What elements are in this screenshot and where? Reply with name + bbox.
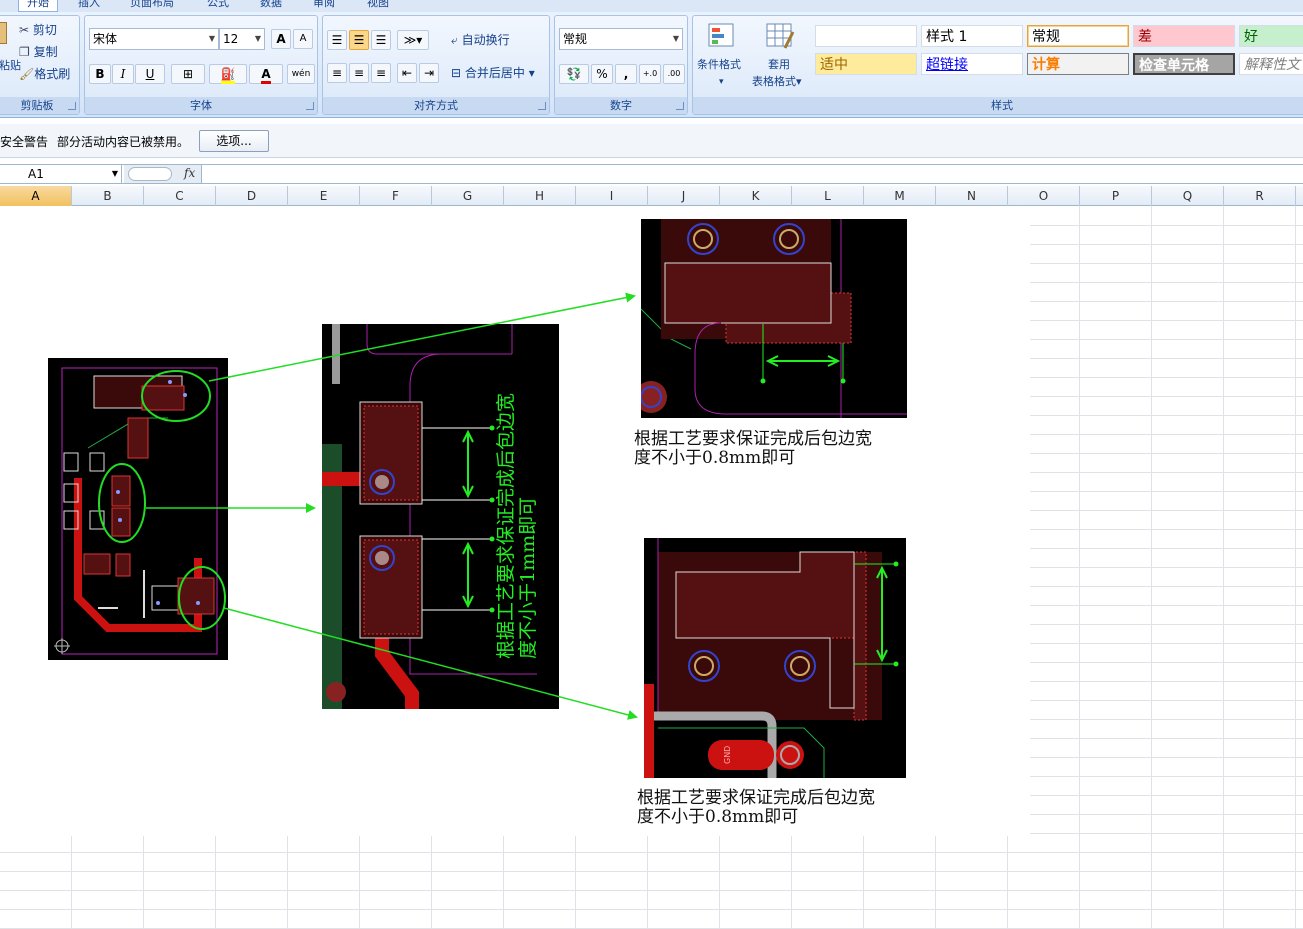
- callout-ellipse-bottom: [178, 566, 226, 630]
- excel-window: 开始 插入 页面布局 公式 数据 审阅 视图 粘贴 ✂ 剪切 ❐ 复制 🖌格式刷…: [0, 0, 1303, 929]
- callout-ellipse-top: [141, 370, 211, 422]
- caption-bottom: 根据工艺要求保证完成后包边宽 度不小于0.8mm即可: [637, 788, 875, 827]
- callout-arrow-bottom: [223, 607, 638, 720]
- caption-top: 根据工艺要求保证完成后包边宽 度不小于0.8mm即可: [634, 429, 872, 468]
- callout-arrow-top: [208, 292, 636, 382]
- callout-ellipse-middle: [98, 463, 146, 543]
